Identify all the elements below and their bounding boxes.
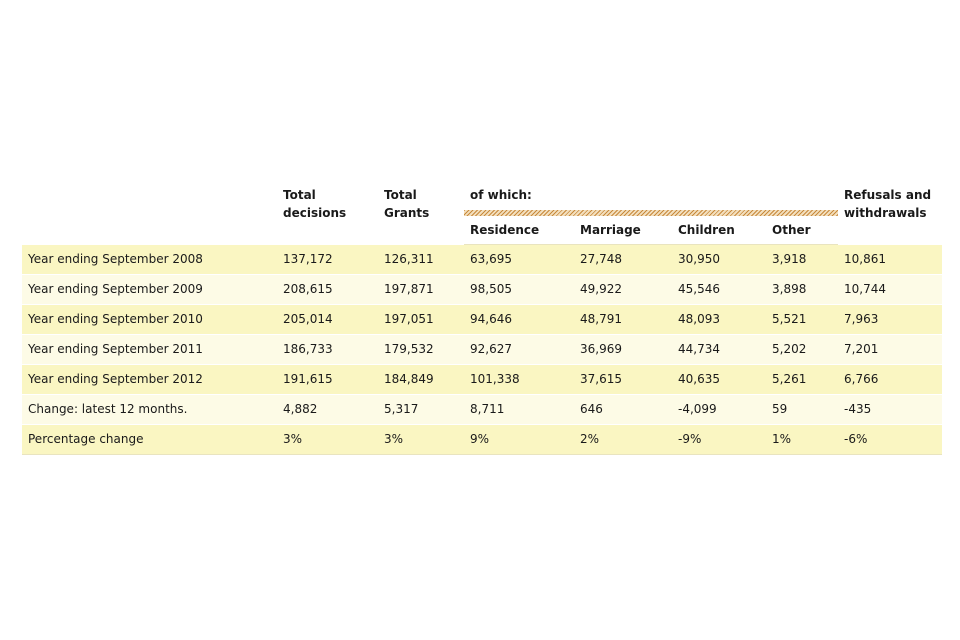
decisions-table: Total decisions Total Grants of which: R… (22, 183, 943, 455)
table-row: Change: latest 12 months. 4,882 5,317 8,… (22, 393, 943, 424)
cell-residence: 9% (464, 423, 574, 455)
cell-other: 5,261 (766, 363, 839, 394)
header-residence: Residence (464, 213, 574, 245)
cell-total-decisions: 137,172 (277, 243, 378, 274)
cell-total-decisions: 4,882 (277, 393, 378, 424)
cell-refusals: 7,201 (838, 333, 943, 364)
cell-refusals: -6% (838, 423, 943, 455)
row-label: Percentage change (22, 423, 277, 455)
cell-refusals: 10,861 (838, 243, 943, 274)
cell-refusals: -435 (838, 393, 943, 424)
cell-children: 44,734 (672, 333, 766, 364)
cell-marriage: 2% (574, 423, 672, 455)
cell-other: 3,918 (766, 243, 839, 274)
cell-residence: 94,646 (464, 303, 574, 334)
cell-total-decisions: 186,733 (277, 333, 378, 364)
cell-refusals: 7,963 (838, 303, 943, 334)
cell-total-grants: 197,871 (378, 273, 464, 304)
table-body: Year ending September 2008 137,172 126,3… (22, 243, 943, 455)
row-label: Change: latest 12 months. (22, 393, 277, 424)
cell-total-decisions: 208,615 (277, 273, 378, 304)
data-table-container: Total decisions Total Grants of which: R… (22, 183, 943, 455)
hatched-divider (464, 210, 839, 216)
cell-total-grants: 179,532 (378, 333, 464, 364)
cell-residence: 92,627 (464, 333, 574, 364)
table-row: Year ending September 2011 186,733 179,5… (22, 333, 943, 364)
cell-refusals: 6,766 (838, 363, 943, 394)
header-marriage: Marriage (574, 213, 672, 245)
cell-other: 3,898 (766, 273, 839, 304)
cell-children: 30,950 (672, 243, 766, 274)
cell-children: 45,546 (672, 273, 766, 304)
cell-marriage: 27,748 (574, 243, 672, 274)
cell-total-decisions: 191,615 (277, 363, 378, 394)
cell-residence: 98,505 (464, 273, 574, 304)
cell-total-grants: 184,849 (378, 363, 464, 394)
header-children: Children (672, 213, 766, 245)
table-row: Percentage change 3% 3% 9% 2% -9% 1% -6% (22, 423, 943, 455)
row-label: Year ending September 2008 (22, 243, 277, 274)
cell-marriage: 49,922 (574, 273, 672, 304)
table-row: Year ending September 2010 205,014 197,0… (22, 303, 943, 334)
table-row: Year ending September 2008 137,172 126,3… (22, 243, 943, 274)
cell-total-grants: 197,051 (378, 303, 464, 334)
cell-residence: 63,695 (464, 243, 574, 274)
cell-other: 1% (766, 423, 839, 455)
cell-residence: 8,711 (464, 393, 574, 424)
row-label: Year ending September 2011 (22, 333, 277, 364)
cell-children: 48,093 (672, 303, 766, 334)
cell-children: 40,635 (672, 363, 766, 394)
header-of-which-label: of which: (470, 188, 532, 202)
cell-total-decisions: 205,014 (277, 303, 378, 334)
header-blank (22, 183, 277, 244)
cell-children: -9% (672, 423, 766, 455)
row-label: Year ending September 2010 (22, 303, 277, 334)
header-of-which: of which: (464, 183, 839, 216)
table-header: Total decisions Total Grants of which: R… (22, 183, 942, 245)
cell-marriage: 37,615 (574, 363, 672, 394)
cell-children: -4,099 (672, 393, 766, 424)
row-label: Year ending September 2012 (22, 363, 277, 394)
table-row: Year ending September 2009 208,615 197,8… (22, 273, 943, 304)
cell-marriage: 48,791 (574, 303, 672, 334)
cell-marriage: 646 (574, 393, 672, 424)
header-total-decisions: Total decisions (283, 188, 347, 220)
cell-other: 59 (766, 393, 839, 424)
cell-residence: 101,338 (464, 363, 574, 394)
header-other: Other (766, 213, 839, 245)
cell-total-grants: 3% (378, 423, 464, 455)
cell-other: 5,521 (766, 303, 839, 334)
cell-total-grants: 5,317 (378, 393, 464, 424)
cell-marriage: 36,969 (574, 333, 672, 364)
cell-other: 5,202 (766, 333, 839, 364)
table-row: Year ending September 2012 191,615 184,8… (22, 363, 943, 394)
header-refusals: Refusals and withdrawals (844, 188, 932, 220)
cell-refusals: 10,744 (838, 273, 943, 304)
header-total-grants: Total Grants (384, 188, 430, 220)
row-label: Year ending September 2009 (22, 273, 277, 304)
cell-total-grants: 126,311 (378, 243, 464, 274)
cell-total-decisions: 3% (277, 423, 378, 455)
